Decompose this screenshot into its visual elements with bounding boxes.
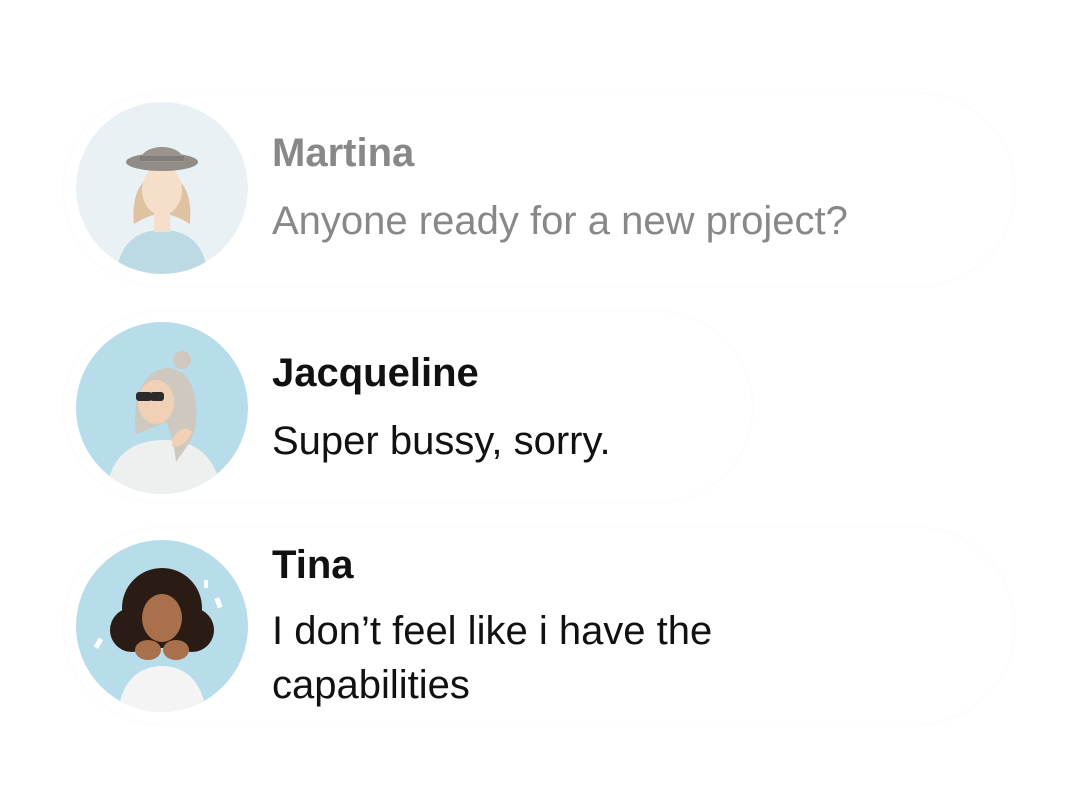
message-text-jacqueline: Super bussy, sorry. (272, 419, 611, 463)
woman-with-hat-icon (76, 102, 248, 274)
message-text-tina: I don’t feel like i have the capabilitie… (272, 609, 713, 707)
avatar-tina[interactable] (76, 540, 248, 712)
woman-with-sunglasses-icon (76, 322, 248, 494)
sender-name-jacqueline: Jacqueline (272, 351, 479, 395)
woman-blowing-confetti-icon (76, 540, 248, 712)
avatar-martina[interactable] (76, 102, 248, 274)
chat-message-list: Martina Anyone ready for a new project? … (0, 0, 1080, 802)
sender-name-martina: Martina (272, 131, 415, 175)
sender-name-tina: Tina (272, 543, 354, 587)
message-text-martina: Anyone ready for a new project? (272, 199, 848, 243)
avatar-jacqueline[interactable] (76, 322, 248, 494)
